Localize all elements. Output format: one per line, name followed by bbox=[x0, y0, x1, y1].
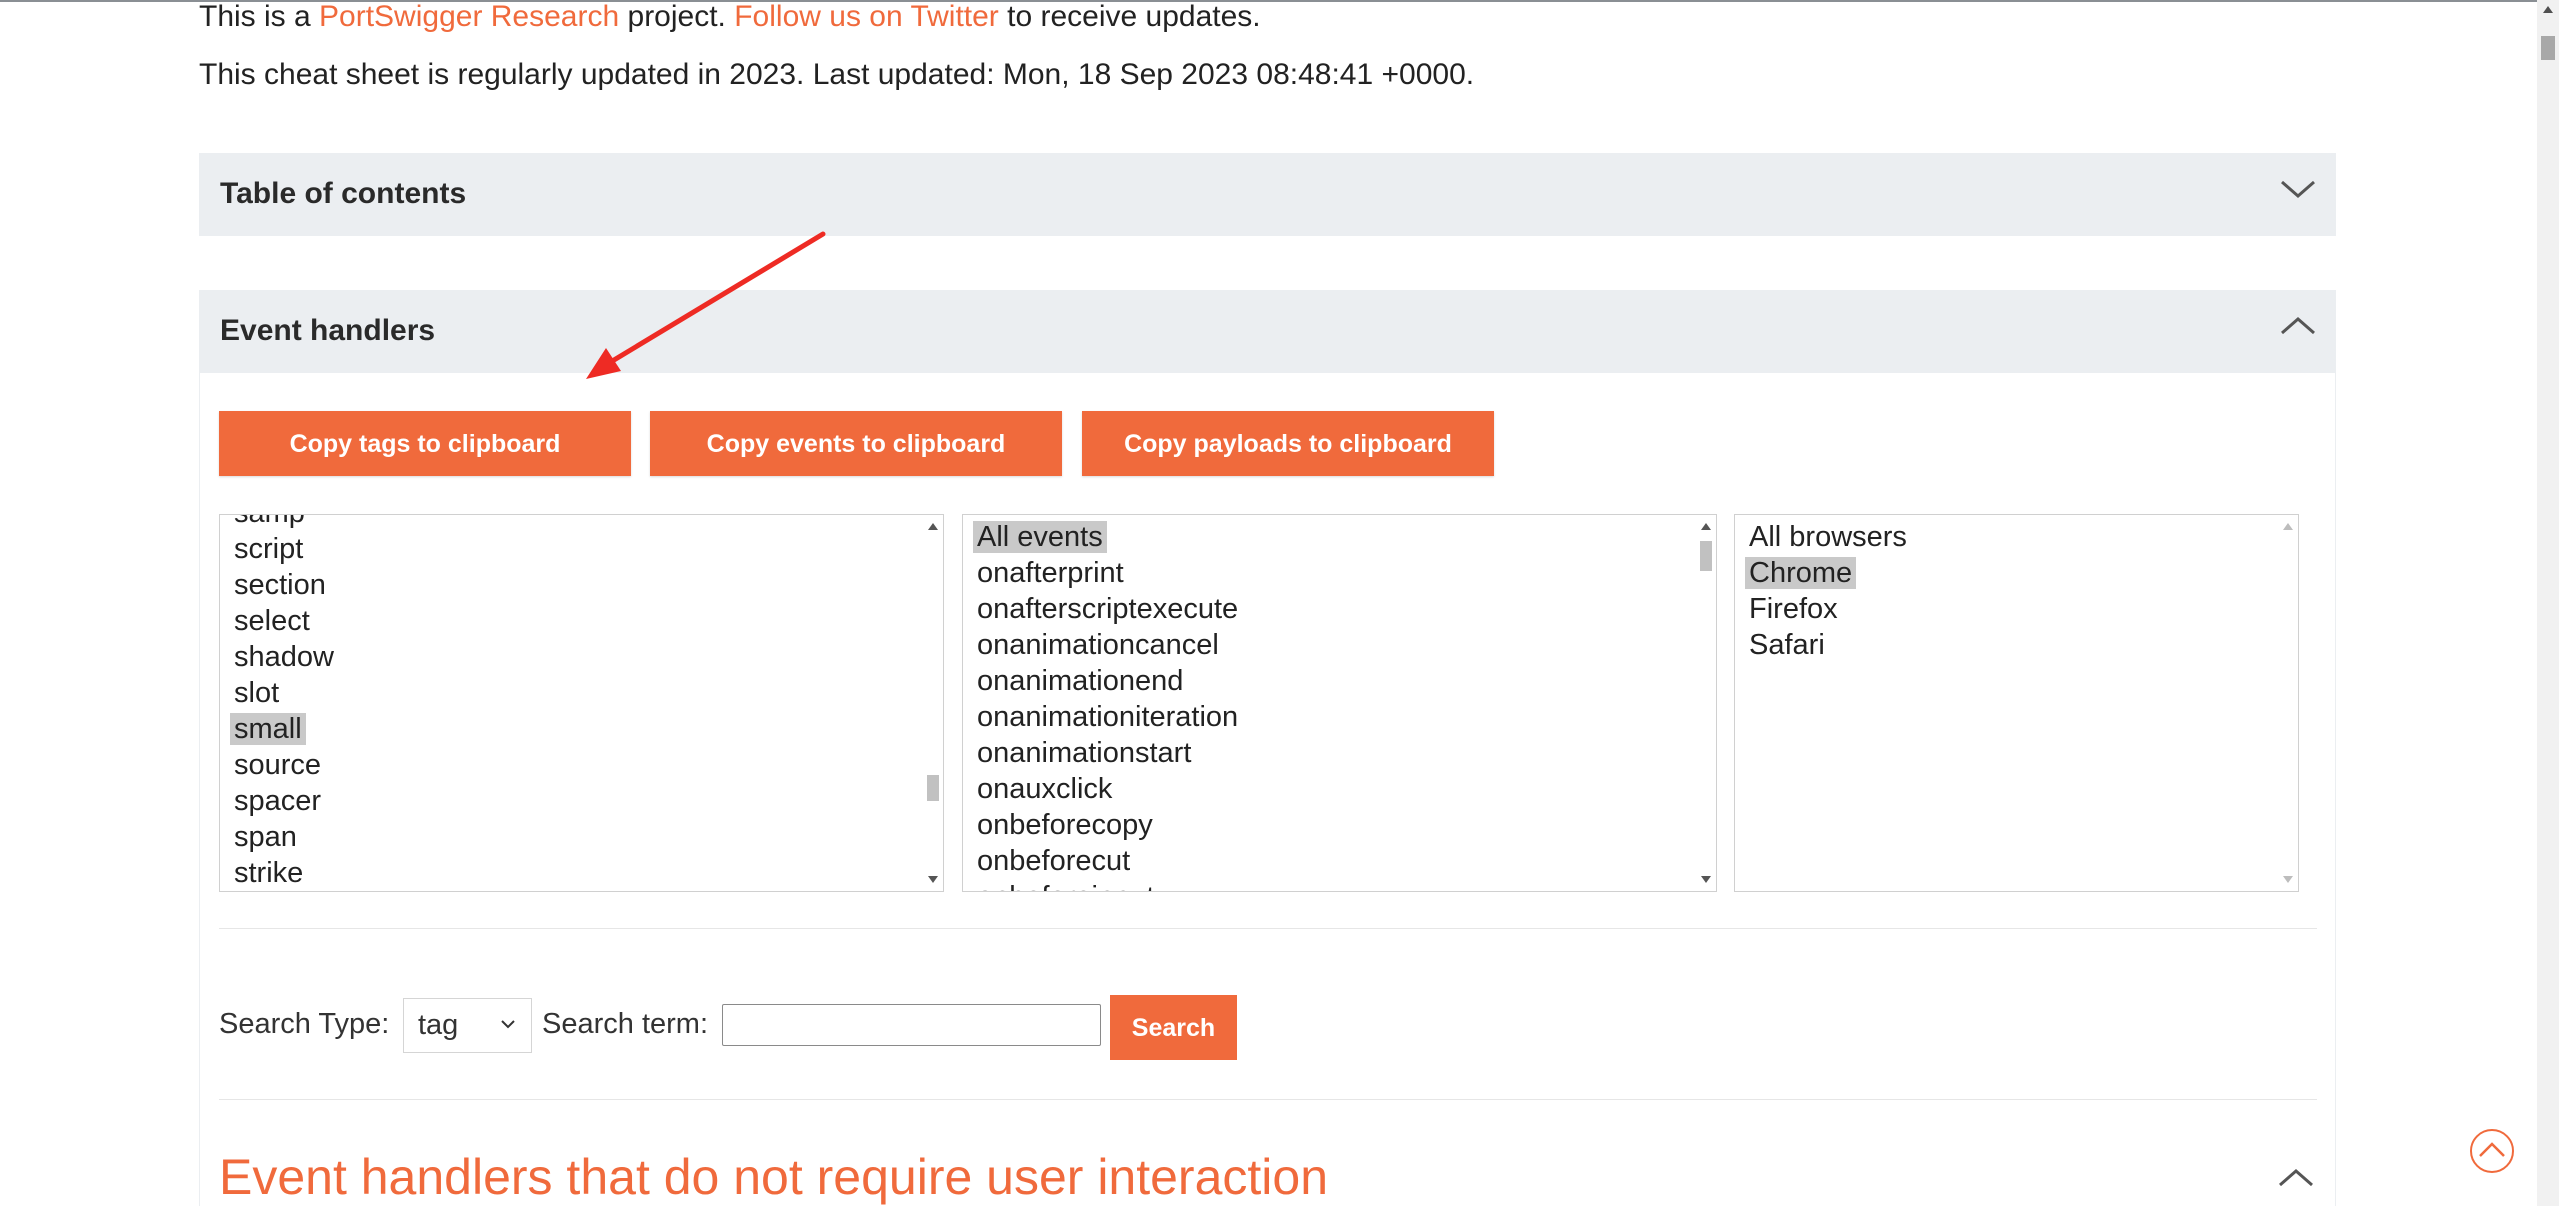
twitter-link[interactable]: Follow us on Twitter bbox=[734, 0, 999, 33]
intro-text: to receive updates. bbox=[998, 0, 1261, 33]
search-type-label: Search Type: bbox=[219, 1008, 390, 1040]
tag-option[interactable]: samp bbox=[230, 515, 917, 531]
chevron-down-icon[interactable] bbox=[2278, 169, 2318, 209]
tag-option-label: script bbox=[234, 533, 304, 565]
browser-option[interactable]: All browsers bbox=[1745, 519, 2272, 555]
event-option[interactable]: onbeforeinput bbox=[973, 879, 1690, 891]
event-option-label: onauxclick bbox=[977, 773, 1113, 805]
tag-option[interactable]: script bbox=[230, 531, 917, 567]
event-option[interactable]: onauxclick bbox=[973, 771, 1690, 807]
tag-option[interactable]: strike bbox=[230, 855, 917, 891]
browser-option[interactable]: Chrome bbox=[1745, 555, 2272, 591]
scroll-thumb[interactable] bbox=[927, 775, 939, 801]
tag-option-label: slot bbox=[234, 677, 280, 709]
copy-payloads-button[interactable]: Copy payloads to clipboard bbox=[1082, 411, 1494, 476]
event-option-label: onafterscriptexecute bbox=[977, 593, 1239, 625]
tag-option[interactable]: source bbox=[230, 747, 917, 783]
tag-option[interactable]: slot bbox=[230, 675, 917, 711]
event-option-label: onanimationend bbox=[977, 665, 1184, 697]
tag-option-label: strike bbox=[234, 857, 304, 889]
event-option[interactable]: onbeforecopy bbox=[973, 807, 1690, 843]
tag-option-label: samp bbox=[230, 515, 309, 529]
copy-tags-button[interactable]: Copy tags to clipboard bbox=[219, 411, 631, 476]
scroll-up-arrow-icon[interactable] bbox=[1701, 523, 1711, 530]
event-option-label: onbeforeinput bbox=[973, 881, 1158, 891]
event-option[interactable]: onanimationend bbox=[973, 663, 1690, 699]
tag-option-label: section bbox=[234, 569, 326, 601]
browser-option-label: Chrome bbox=[1745, 557, 1857, 589]
scroll-up-arrow-icon[interactable] bbox=[2543, 6, 2553, 13]
last-updated-text: This cheat sheet is regularly updated in… bbox=[199, 58, 1475, 91]
event-option-label: All events bbox=[973, 521, 1107, 553]
event-option-label: onbeforecopy bbox=[977, 809, 1153, 841]
intro-text: This is a bbox=[199, 0, 320, 33]
event-option-label: onbeforecut bbox=[977, 845, 1131, 877]
tag-option[interactable]: small bbox=[230, 711, 917, 747]
toc-title: Table of contents bbox=[220, 177, 467, 210]
tag-option-label: source bbox=[234, 749, 322, 781]
tag-option-label: spacer bbox=[234, 785, 322, 817]
page-scrollbar[interactable] bbox=[2537, 0, 2559, 1206]
divider bbox=[219, 1099, 2317, 1100]
scroll-down-arrow-icon[interactable] bbox=[2283, 876, 2293, 883]
tags-listbox[interactable]: samp script section select shadow slot small so… bbox=[219, 514, 944, 892]
browsers-scrollbar[interactable] bbox=[2278, 515, 2298, 891]
scroll-up-arrow-icon[interactable] bbox=[928, 523, 938, 530]
search-type-value: tag bbox=[418, 1009, 459, 1041]
event-option-label: onanimationstart bbox=[977, 737, 1192, 769]
tag-option[interactable]: span bbox=[230, 819, 917, 855]
tag-option[interactable]: spacer bbox=[230, 783, 917, 819]
event-option[interactable]: onbeforecut bbox=[973, 843, 1690, 879]
event-option[interactable]: onafterprint bbox=[973, 555, 1690, 591]
browsers-listbox[interactable]: All browsers Chrome Firefox Safari bbox=[1734, 514, 2299, 892]
intro-line-1: This is a PortSwigger Research project. … bbox=[199, 0, 1261, 34]
tag-option[interactable]: shadow bbox=[230, 639, 917, 675]
divider bbox=[219, 928, 2317, 929]
section-heading: Event handlers that do not require user … bbox=[219, 1149, 1329, 1205]
tag-option-label: small bbox=[230, 713, 306, 745]
event-option-label: onanimationiteration bbox=[977, 701, 1239, 733]
tag-option-label: span bbox=[234, 821, 297, 853]
browser-option[interactable]: Firefox bbox=[1745, 591, 2272, 627]
event-option[interactable]: All events bbox=[973, 519, 1690, 555]
chevron-up-icon[interactable] bbox=[2278, 306, 2318, 346]
search-button[interactable]: Search bbox=[1110, 995, 1237, 1060]
event-option-label: onanimationcancel bbox=[977, 629, 1219, 661]
tag-option[interactable]: section bbox=[230, 567, 917, 603]
event-handlers-panel-header[interactable]: Event handlers bbox=[199, 290, 2336, 373]
browser-option-label: Safari bbox=[1749, 629, 1825, 661]
browser-option[interactable]: Safari bbox=[1745, 627, 2272, 663]
event-option[interactable]: onanimationiteration bbox=[973, 699, 1690, 735]
event-handlers-title: Event handlers bbox=[220, 314, 436, 347]
browser-option-label: All browsers bbox=[1749, 521, 1907, 553]
tag-option-label: shadow bbox=[234, 641, 334, 673]
copy-events-button[interactable]: Copy events to clipboard bbox=[650, 411, 1062, 476]
toc-panel-header[interactable]: Table of contents bbox=[199, 153, 2336, 236]
events-listbox[interactable]: All events onafterprint onafterscriptexecu… bbox=[962, 514, 1717, 892]
browser-option-label: Firefox bbox=[1749, 593, 1838, 625]
search-term-label: Search term: bbox=[542, 1008, 708, 1040]
events-scrollbar[interactable] bbox=[1696, 515, 1716, 891]
tag-option[interactable]: select bbox=[230, 603, 917, 639]
intro-text: project. bbox=[619, 0, 735, 33]
chevron-up-icon[interactable] bbox=[2276, 1158, 2316, 1198]
search-type-select[interactable]: tag bbox=[403, 998, 532, 1053]
tag-option-label: select bbox=[234, 605, 310, 637]
event-option-label: onafterprint bbox=[977, 557, 1124, 589]
scroll-thumb[interactable] bbox=[1700, 541, 1712, 571]
scroll-down-arrow-icon[interactable] bbox=[1701, 876, 1711, 883]
scroll-down-arrow-icon[interactable] bbox=[928, 876, 938, 883]
portswigger-research-link[interactable]: PortSwigger Research bbox=[319, 0, 619, 33]
event-option[interactable]: onanimationcancel bbox=[973, 627, 1690, 663]
chevron-down-icon bbox=[501, 1020, 515, 1029]
event-option[interactable]: onanimationstart bbox=[973, 735, 1690, 771]
page-scroll-thumb[interactable] bbox=[2541, 36, 2555, 60]
search-term-input[interactable] bbox=[722, 1004, 1101, 1046]
event-option[interactable]: onafterscriptexecute bbox=[973, 591, 1690, 627]
scroll-up-arrow-icon[interactable] bbox=[2283, 523, 2293, 530]
back-to-top-icon[interactable] bbox=[2468, 1127, 2516, 1175]
tags-scrollbar[interactable] bbox=[923, 515, 943, 891]
